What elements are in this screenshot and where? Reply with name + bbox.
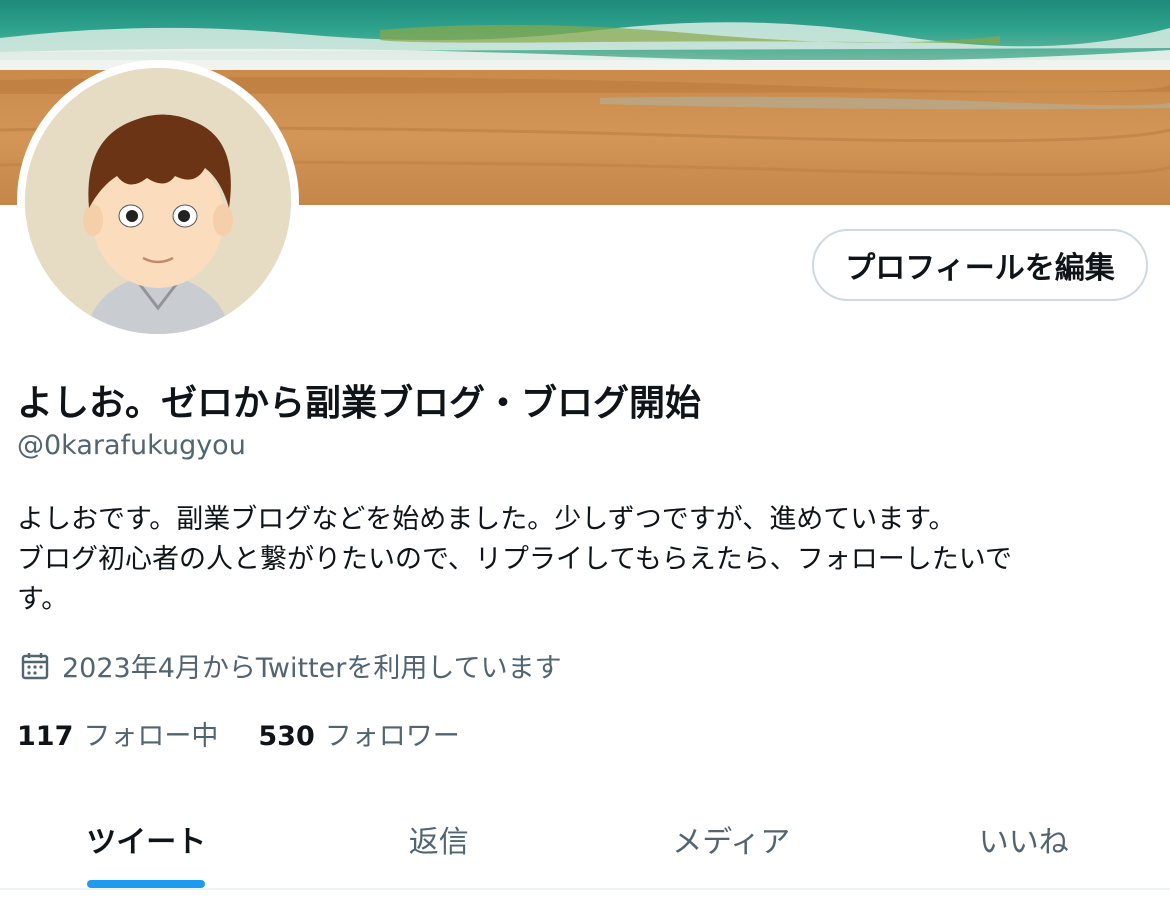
tab-label: メディア xyxy=(672,825,791,860)
bio-line: よしおです。副業ブログなどを始めました。少しずつですが、進めています。 xyxy=(17,504,956,535)
active-tab-indicator xyxy=(87,880,206,888)
bio-line: す。 xyxy=(17,584,69,615)
following-label: フォロー中 xyxy=(83,721,219,752)
following-count: 117 xyxy=(17,721,74,752)
tab-media[interactable]: メディア xyxy=(585,790,878,888)
tab-label: いいね xyxy=(978,825,1069,860)
profile-tabs: ツイート 返信 メディア いいね xyxy=(0,790,1170,890)
bio-line: ブログ初心者の人と繋がりたいので、リプライしてもらえたら、フォローしたいで xyxy=(17,544,1012,575)
edit-profile-button[interactable]: プロフィールを編集 xyxy=(812,229,1148,301)
tab-replies[interactable]: 返信 xyxy=(293,790,586,888)
follow-stats: 117 フォロー中 530 フォロワー xyxy=(17,714,500,753)
display-name: よしお。ゼロから副業ブログ・ブログ開始 xyxy=(17,383,702,424)
followers-label: フォロワー xyxy=(324,721,460,752)
avatar[interactable] xyxy=(17,60,299,342)
username-handle: @0karafukugyou xyxy=(17,430,246,461)
joined-date: 2023年4月からTwitterを利用しています xyxy=(20,646,562,685)
joined-date-text: 2023年4月からTwitterを利用しています xyxy=(62,653,562,684)
followers-count: 530 xyxy=(258,721,315,752)
following-link[interactable]: 117 フォロー中 xyxy=(17,714,218,753)
profile-bio: よしおです。副業ブログなどを始めました。少しずつですが、進めています。 ブログ初… xyxy=(17,500,1147,620)
tab-label: ツイート xyxy=(86,825,207,860)
calendar-icon xyxy=(21,652,49,679)
tab-likes[interactable]: いいね xyxy=(878,790,1170,888)
followers-link[interactable]: 530 フォロワー xyxy=(258,714,459,753)
tab-label: 返信 xyxy=(408,825,469,860)
tab-tweets[interactable]: ツイート xyxy=(0,790,293,888)
